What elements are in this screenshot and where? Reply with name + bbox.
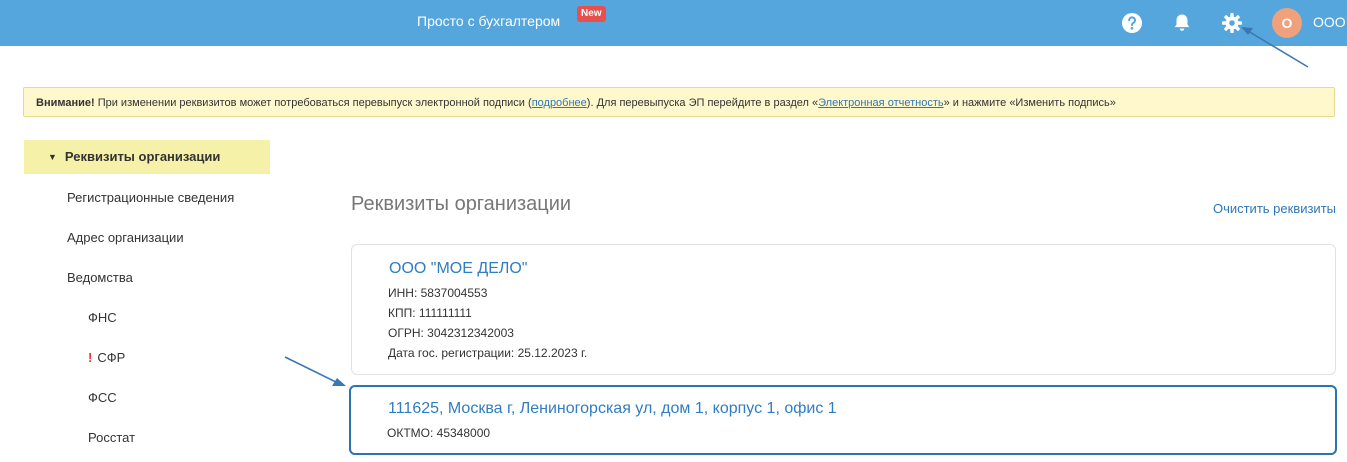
help-icon[interactable] <box>1120 11 1144 35</box>
reg-date-value: Дата гос. регистрации: 25.12.2023 г. <box>388 346 588 360</box>
org-switcher[interactable]: ООО <box>1313 14 1346 30</box>
warning-text-2: ). Для перевыпуска ЭП перейдите в раздел… <box>586 97 819 109</box>
brand-link[interactable]: Просто с бухгалтером <box>417 13 560 29</box>
bell-icon[interactable] <box>1170 11 1194 35</box>
sidebar-item-registration[interactable]: Регистрационные сведения <box>67 190 234 205</box>
sidebar-item-fss[interactable]: ФСС <box>88 390 117 405</box>
oktmo-value: ОКТМО: 45348000 <box>387 426 491 440</box>
page-title: Реквизиты организации <box>351 193 572 215</box>
annotation-arrow-address <box>284 356 346 386</box>
warning-text-1: При изменении реквизитов может потребова… <box>94 97 532 109</box>
top-bar: Просто с бухгалтером New О ООО <box>0 0 1347 46</box>
sidebar-item-agencies[interactable]: Ведомства <box>67 270 133 285</box>
e-reporting-link[interactable]: Электронная отчетность <box>818 97 943 109</box>
sidebar-item-requisites[interactable]: ▼ Реквизиты организации <box>24 140 270 174</box>
chevron-down-icon: ▼ <box>48 152 57 162</box>
sidebar-item-rosstat[interactable]: Росстат <box>88 430 135 445</box>
more-info-link[interactable]: подробнее <box>532 97 587 109</box>
avatar[interactable]: О <box>1272 8 1302 38</box>
org-card[interactable]: ООО "МОЕ ДЕЛО" ИНН: 5837004553 КПП: 1111… <box>351 244 1336 375</box>
new-badge: New <box>577 6 606 22</box>
required-mark: ! <box>88 350 93 365</box>
kpp-value: КПП: 111111111 <box>388 306 472 320</box>
sidebar-item-label: СФР <box>97 350 126 365</box>
warning-banner: Внимание! При изменении реквизитов может… <box>23 87 1335 117</box>
ogrn-value: ОГРН: 3042312342003 <box>388 326 514 340</box>
clear-requisites-link[interactable]: Очистить реквизиты <box>1213 201 1336 216</box>
sidebar-item-address[interactable]: Адрес организации <box>67 230 184 245</box>
org-name[interactable]: ООО "МОЕ ДЕЛО" <box>389 260 527 278</box>
sidebar-item-sfr[interactable]: ! СФР <box>88 350 125 365</box>
inn-value: ИНН: 5837004553 <box>388 286 488 300</box>
sidebar-active-label: Реквизиты организации <box>64 149 221 164</box>
warning-label: Внимание! <box>36 97 95 109</box>
gear-icon[interactable] <box>1220 11 1244 35</box>
address-card[interactable]: 111625, Москва г, Лениногорская ул, дом … <box>349 385 1337 455</box>
address-value[interactable]: 111625, Москва г, Лениногорская ул, дом … <box>388 400 837 418</box>
warning-text-3: » и нажмите «Изменить подпись» <box>943 97 1116 109</box>
sidebar-item-fns[interactable]: ФНС <box>88 310 117 325</box>
